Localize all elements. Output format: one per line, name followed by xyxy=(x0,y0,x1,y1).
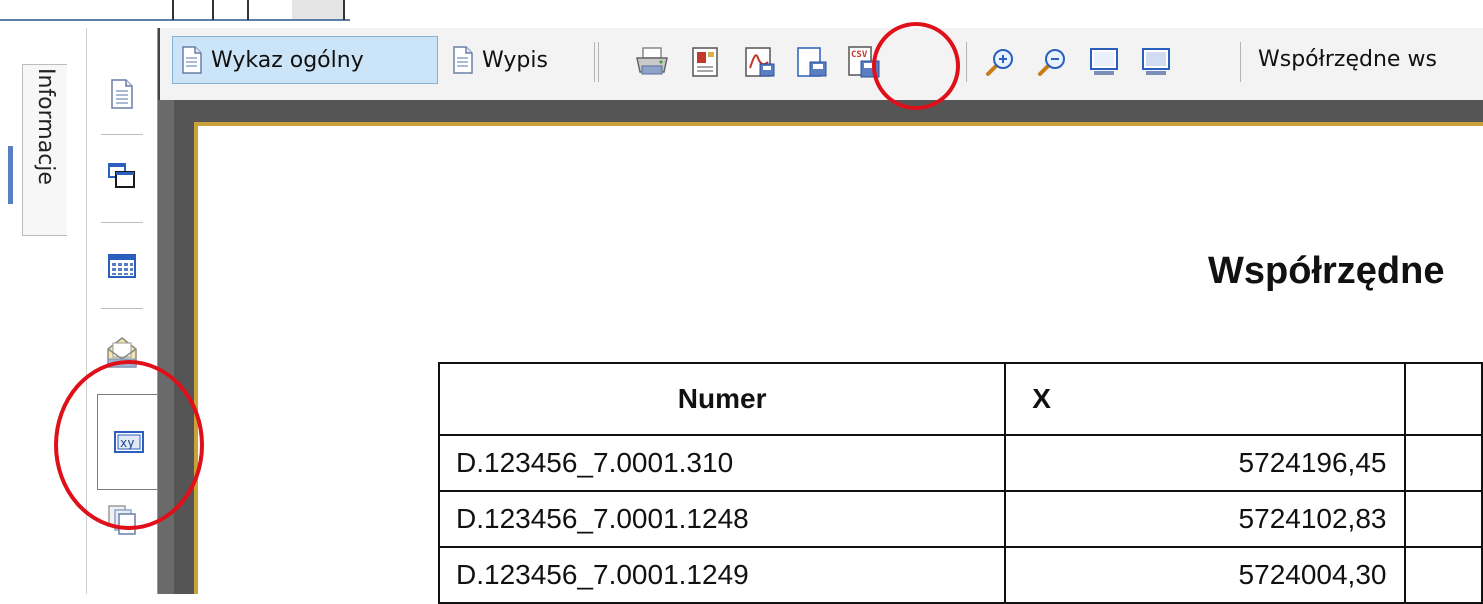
sidebar-separator xyxy=(101,308,143,309)
save-file-button[interactable] xyxy=(790,40,834,84)
top-divider xyxy=(172,0,174,20)
document-title: Współrzędne xyxy=(1208,250,1445,292)
coordinates-table: Numer X D.123456_7.0001.310 5724196,45 D… xyxy=(437,362,1483,604)
cell-partial xyxy=(1404,434,1483,492)
top-border-line xyxy=(0,19,350,21)
tab-wykaz-ogolny-label: Wykaz ogólny xyxy=(211,47,364,73)
sidebar-separator xyxy=(101,134,143,135)
cell-numer: D.123456_7.0001.1248 xyxy=(437,490,1007,548)
monitor-icon xyxy=(1142,48,1170,75)
cell-partial xyxy=(1404,490,1483,548)
view-mode-label: Współrzędne ws xyxy=(1258,47,1437,72)
print-button[interactable] xyxy=(630,40,674,84)
toolbar-separator xyxy=(966,42,967,82)
toolbar-border xyxy=(158,28,160,100)
top-divider xyxy=(212,0,214,20)
toolbar: Wykaz ogólny Wypis CSV Współrzędne ws xyxy=(158,28,1483,101)
tab-informacje-label: Informacje xyxy=(33,68,58,185)
document-icon xyxy=(453,46,473,74)
vertical-tab-strip: Informacje xyxy=(0,28,86,594)
printer-icon xyxy=(636,47,668,75)
toolbar-separator xyxy=(1240,42,1241,82)
top-divider xyxy=(247,0,249,20)
annotation-circle-csv xyxy=(872,22,960,110)
top-divider xyxy=(343,0,345,20)
sidebar-document-button[interactable] xyxy=(101,72,143,116)
toolbar-separator xyxy=(598,42,599,82)
cell-x: 5724004,30 xyxy=(1004,546,1407,604)
sidebar-table-button[interactable] xyxy=(101,244,143,288)
document-page: Współrzędne Numer X D.123456_7.0001.310 … xyxy=(194,122,1483,604)
column-header-partial xyxy=(1404,362,1483,436)
view-screen-alt-button[interactable] xyxy=(1134,40,1178,84)
main-pane: Wykaz ogólny Wypis CSV Współrzędne ws Ws… xyxy=(158,28,1483,604)
monitor-icon xyxy=(1090,48,1118,75)
column-header-numer: Numer xyxy=(437,362,1007,436)
export-document-icon xyxy=(692,47,718,77)
export-button[interactable] xyxy=(684,40,728,84)
tab-wykaz-ogolny[interactable]: Wykaz ogólny xyxy=(172,36,438,84)
svg-text:CSV: CSV xyxy=(851,50,868,60)
top-cell xyxy=(292,0,344,19)
cell-numer: D.123456_7.0001.310 xyxy=(437,434,1007,492)
cell-x: 5724196,45 xyxy=(1004,434,1407,492)
document-viewer: Współrzędne Numer X D.123456_7.0001.310 … xyxy=(158,100,1483,604)
sidebar-windows-button[interactable] xyxy=(101,154,143,198)
pdf-save-icon xyxy=(745,47,775,77)
save-pdf-button[interactable] xyxy=(738,40,782,84)
table-row: D.123456_7.0001.1249 5724004,30 xyxy=(437,546,1483,604)
table-header-row: Numer X xyxy=(437,362,1483,436)
document-icon xyxy=(182,46,202,74)
table-row: D.123456_7.0001.310 5724196,45 xyxy=(437,434,1483,492)
view-screen-button[interactable] xyxy=(1082,40,1126,84)
zoom-out-button[interactable] xyxy=(1030,40,1074,84)
toolbar-separator xyxy=(594,42,595,82)
zoom-out-icon xyxy=(1038,49,1065,76)
zoom-in-button[interactable] xyxy=(978,40,1022,84)
cell-partial xyxy=(1404,546,1483,604)
table-row: D.123456_7.0001.1248 5724102,83 xyxy=(437,490,1483,548)
table-grid-icon xyxy=(108,254,136,278)
cell-numer: D.123456_7.0001.1249 xyxy=(437,546,1007,604)
tab-accent-bar xyxy=(8,146,13,204)
tab-wypis-label: Wypis xyxy=(482,47,548,73)
column-header-x: X xyxy=(1004,362,1407,436)
zoom-in-icon xyxy=(986,49,1013,76)
document-icon xyxy=(111,79,133,109)
windows-icon xyxy=(108,163,135,188)
save-file-icon xyxy=(797,47,827,77)
annotation-circle-xy xyxy=(54,360,204,530)
sidebar-separator xyxy=(101,222,143,223)
tab-wypis[interactable]: Wypis xyxy=(444,36,590,84)
top-window-fragment xyxy=(0,0,350,24)
cell-x: 5724102,83 xyxy=(1004,490,1407,548)
